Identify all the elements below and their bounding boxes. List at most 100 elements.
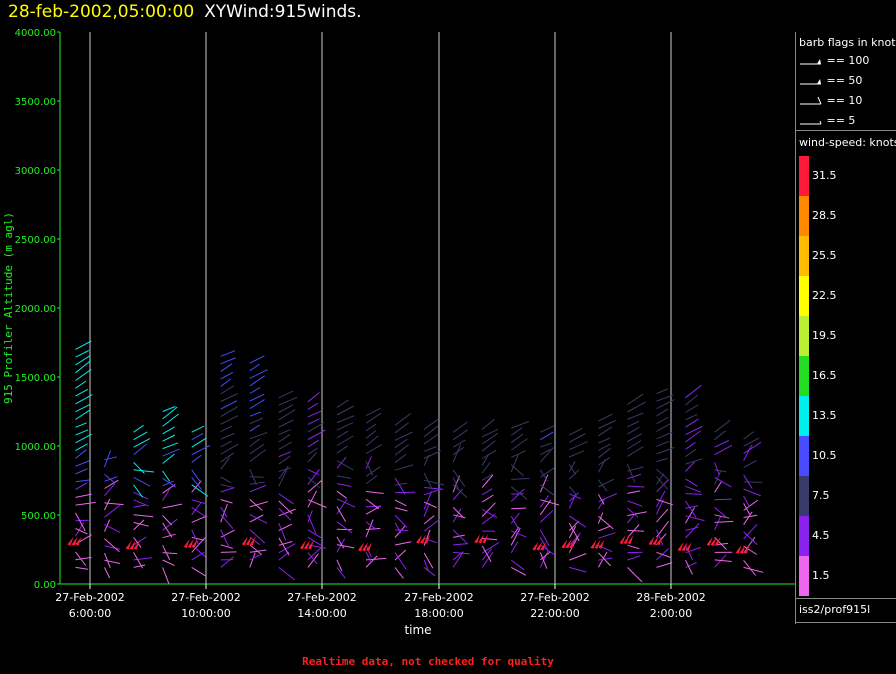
barb-legend-title: barb flags in knots	[799, 36, 896, 49]
wind-barb	[365, 423, 377, 432]
barb-flag-label: == 5	[823, 114, 856, 127]
wind-barb	[75, 409, 91, 420]
wind-barb	[656, 476, 669, 490]
wind-barb	[656, 562, 673, 568]
wind-barb	[75, 443, 88, 452]
wind-barb	[714, 559, 732, 562]
wind-barb	[75, 479, 90, 483]
wind-barb	[75, 340, 92, 350]
wind-barb	[540, 431, 554, 441]
wind-barb	[627, 401, 646, 413]
wind-barb	[133, 499, 149, 507]
wind-barb	[104, 498, 111, 511]
wind-barb	[162, 518, 178, 531]
wind-barb	[656, 416, 669, 425]
x-tick-date: 27-Feb-2002	[171, 591, 240, 604]
wind-barb	[627, 473, 641, 480]
wind-barb	[307, 429, 326, 440]
wind-barb	[598, 437, 611, 444]
wind-barb	[714, 514, 730, 519]
wind-barb	[685, 384, 702, 399]
wind-barb	[278, 500, 293, 515]
wind-barb	[75, 482, 88, 491]
x-tick-date: 27-Feb-2002	[520, 591, 589, 604]
wind-barb	[191, 536, 205, 541]
wind-barb	[133, 461, 145, 474]
y-axis-label: 915 Profiler Altitude (m agl)	[2, 212, 15, 404]
speed-scale-label: 31.5	[812, 169, 837, 182]
speed-scale-label: 7.5	[812, 489, 830, 502]
barb-flag-icon	[800, 96, 822, 105]
wind-barb	[511, 478, 530, 480]
barb-flag-row: == 10	[799, 94, 862, 107]
wind-barb	[569, 450, 585, 458]
speed-color-swatch	[799, 316, 809, 356]
wind-barb	[133, 564, 146, 568]
wind-barb	[220, 357, 236, 365]
wind-barb	[481, 502, 496, 517]
barb-flag-icon	[800, 59, 821, 65]
wind-barb	[452, 488, 463, 501]
wind-barb	[307, 529, 324, 540]
wind-barb	[249, 424, 260, 432]
wind-barb	[249, 369, 268, 379]
wind-barb	[336, 490, 347, 499]
wind-barb	[278, 419, 294, 428]
wind-barb	[714, 430, 727, 441]
wind-barb	[133, 491, 149, 500]
wind-barb	[481, 432, 499, 445]
wind-barb	[191, 515, 208, 523]
wind-barb	[423, 446, 437, 452]
wind-barb	[104, 545, 121, 550]
wind-barb	[220, 499, 233, 504]
wind-barb	[627, 420, 640, 428]
wind-barb	[162, 426, 175, 435]
wind-barb	[394, 431, 413, 441]
wind-barb	[278, 537, 290, 556]
wind-barb	[423, 567, 436, 577]
wind-barb	[336, 430, 349, 439]
wind-barb	[307, 553, 319, 568]
wind-barb	[220, 393, 238, 402]
wind-barb	[220, 378, 232, 387]
wind-barb	[278, 434, 291, 443]
wind-barb	[191, 476, 202, 490]
wind-barb	[453, 543, 469, 546]
wind-barb	[220, 363, 233, 372]
wind-barb	[627, 490, 641, 494]
wind-barb	[627, 412, 644, 420]
speed-scale-label: 4.5	[812, 529, 830, 542]
wind-barb	[278, 441, 292, 450]
y-tick-label: 2000.00	[15, 304, 56, 315]
wind-barb	[249, 449, 267, 462]
wind-barb	[423, 518, 441, 532]
wind-barb	[539, 447, 554, 463]
wind-barb	[394, 499, 407, 507]
wind-barb	[714, 440, 730, 448]
wind-barb	[249, 399, 265, 410]
quality-warning: Realtime data, not checked for quality	[302, 655, 554, 668]
speed-scale-label: 28.5	[812, 209, 837, 222]
wind-barb	[220, 544, 233, 549]
wind-barb	[510, 438, 528, 451]
wind-barb	[511, 493, 524, 495]
wind-barb	[627, 511, 647, 517]
wind-barb	[481, 541, 500, 554]
speed-color-swatch	[799, 396, 809, 436]
wind-barb	[627, 440, 642, 450]
wind-barb	[336, 415, 355, 424]
wind-barb	[394, 529, 409, 532]
wind-barb	[569, 433, 586, 443]
wind-barb	[510, 450, 526, 458]
y-tick-labels: 4000.00 3500.00 3000.00 2500.00 2000.00 1500.…	[15, 28, 60, 591]
wind-barb	[394, 482, 408, 486]
speed-scale-label: 25.5	[812, 249, 837, 262]
wind-barb	[365, 521, 377, 530]
wind-barb	[423, 450, 442, 459]
wind-barb	[75, 493, 92, 498]
wind-barb	[278, 493, 294, 505]
wind-barb	[133, 424, 144, 433]
wind-barb	[598, 456, 611, 466]
wind-barb	[191, 469, 201, 483]
x-tick-date: 27-Feb-2002	[55, 591, 124, 604]
